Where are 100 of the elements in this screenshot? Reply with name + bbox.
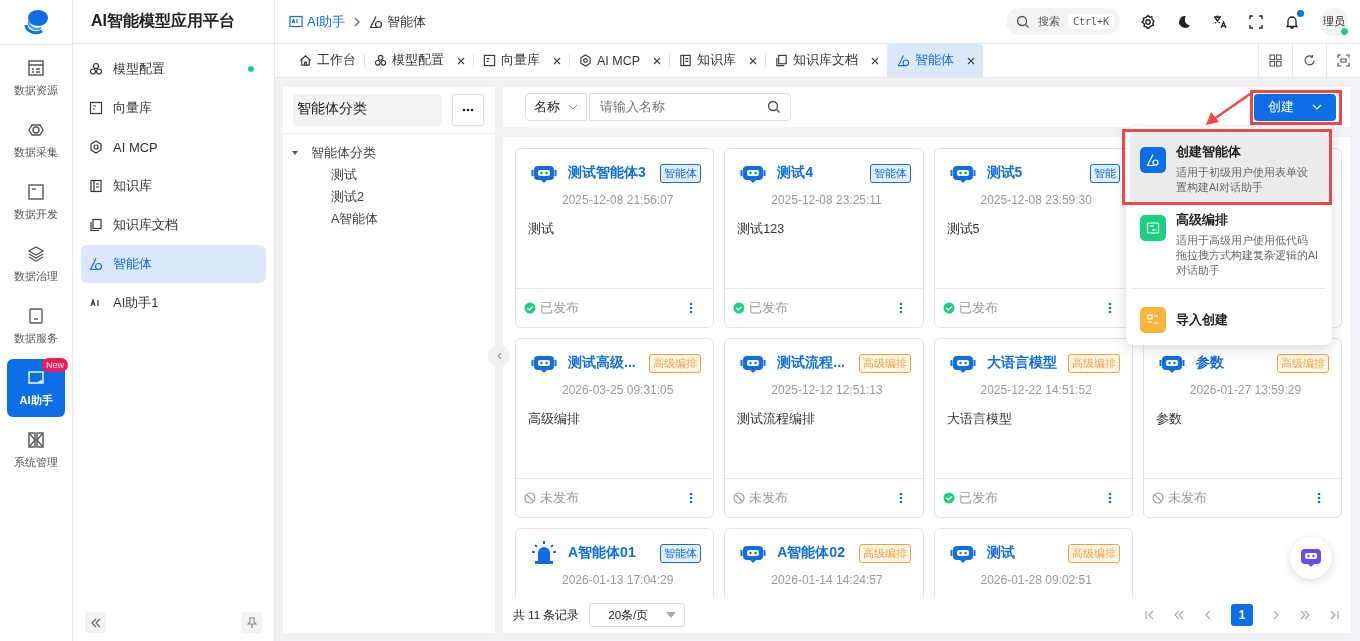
rail-nav-item[interactable]: 数据资源: [7, 49, 65, 107]
sidebar-item[interactable]: 向量库: [81, 89, 266, 127]
option-title: 高级编排: [1176, 211, 1229, 229]
more-vertical-icon[interactable]: [898, 302, 903, 314]
type-tag: 高级编排: [1067, 353, 1120, 373]
more-vertical-icon[interactable]: [689, 492, 694, 504]
created-time: 2026-01-14 14:24:57: [770, 572, 884, 587]
more-vertical-icon[interactable]: [1107, 302, 1112, 314]
page-tab[interactable]: 知识库: [669, 44, 766, 77]
sidebar-item[interactable]: 知识库: [81, 167, 266, 205]
collapse-sidebar-button[interactable]: [85, 612, 106, 633]
tab-icon: [775, 54, 789, 67]
page-tab[interactable]: 知识库文档: [765, 44, 888, 77]
page-number[interactable]: 1: [1231, 604, 1253, 626]
option-glyph-icon: [1146, 313, 1160, 327]
page-tab[interactable]: 智能体: [887, 44, 984, 77]
chevron-down-icon: [1312, 104, 1322, 110]
user-avatar[interactable]: 理员: [1320, 7, 1348, 36]
module-icon: [27, 306, 45, 325]
rail-nav-item[interactable]: 系统管理: [7, 421, 65, 479]
menu-item[interactable]: 导入创建: [1130, 293, 1328, 339]
close-icon[interactable]: [457, 56, 465, 65]
pin-button[interactable]: [241, 612, 262, 633]
agent-card[interactable]: 大语言模型 高级编排 2025-12-22 14:51:52 大语言模型 已发布: [933, 338, 1133, 518]
settings-icon[interactable]: [1140, 13, 1156, 30]
agent-card[interactable]: A智能体02 高级编排 2026-01-14 14:24:57: [724, 528, 924, 597]
more-vertical-icon[interactable]: [898, 492, 903, 504]
double-chevron-left-icon: [89, 616, 102, 629]
type-tag: 高级编排: [1067, 543, 1120, 563]
app-title: AI智能模型应用平台: [73, 0, 274, 44]
menu-item-icon: [89, 218, 103, 232]
publish-status: 已发布: [524, 299, 579, 317]
close-icon[interactable]: [749, 56, 758, 65]
agent-name: A智能体02: [777, 544, 846, 562]
agent-card[interactable]: 测试 高级编排 2026-01-28 09:02:51: [933, 528, 1133, 597]
module-icon: [27, 182, 45, 201]
agent-name: 测试4: [777, 164, 815, 182]
agent-name: 测试: [986, 544, 1016, 562]
close-icon[interactable]: [653, 56, 662, 65]
agent-card[interactable]: A智能体01 智能体 2026-01-13 17:04:29: [515, 528, 715, 597]
type-tag: 智能体: [869, 163, 911, 183]
sidebar-item[interactable]: AI助手1: [81, 284, 266, 322]
chevron-left-icon: [496, 352, 502, 360]
tab-icon: [374, 54, 387, 67]
publish-status: 未发布: [733, 489, 789, 507]
tab-icon: [299, 54, 312, 67]
type-tag: 智能体: [660, 163, 702, 183]
sidebar-item[interactable]: AI MCP: [81, 128, 266, 166]
page-tab[interactable]: 模型配置: [364, 44, 473, 77]
type-tag: 高级编排: [649, 353, 702, 373]
agent-card[interactable]: 测试智能体3 智能体 2025-12-08 21:56:07 测试 已发布: [515, 148, 715, 328]
agent-card[interactable]: 测试高级... 高级编排 2026-03-25 09:31:05 高级编排 未发布: [515, 338, 715, 518]
rail-nav-item[interactable]: 数据采集: [7, 111, 65, 169]
agent-name: 测试流程...: [777, 354, 846, 372]
menu-item[interactable]: 高级编排 适用于高级用户使用低代码拖拉拽方式构建复杂逻辑的AI对话助手: [1130, 201, 1328, 284]
module-icon: [27, 430, 45, 449]
expand-caret-icon[interactable]: [291, 149, 299, 157]
more-vertical-icon[interactable]: [689, 302, 694, 314]
page-tab[interactable]: AI MCP: [569, 44, 670, 77]
rail-nav-item[interactable]: 数据服务: [7, 297, 65, 355]
agent-description: 参数: [1154, 411, 1183, 428]
name-search-field[interactable]: 请输入名称: [589, 93, 791, 121]
menu-item[interactable]: 创建智能体 适用于初级用户使用表单设置构建AI对话助手: [1130, 133, 1328, 201]
rail-nav-item[interactable]: 数据开发: [7, 173, 65, 231]
agent-card[interactable]: 测试流程... 高级编排 2025-12-12 12:51:13 测试流程编排 未发布: [724, 338, 924, 518]
publish-status: 未发布: [1151, 489, 1207, 507]
page-tab[interactable]: 工作台: [289, 44, 364, 77]
refresh-icon: [1303, 54, 1316, 67]
dark-mode-icon[interactable]: [1176, 13, 1192, 30]
chevron-right-icon: [353, 16, 362, 27]
search-field[interactable]: 搜索 Ctrl+K: [1005, 8, 1120, 35]
sidebar-item[interactable]: 智能体: [81, 245, 266, 283]
field-select[interactable]: 名称: [525, 93, 587, 121]
page-size-select[interactable]: 20条/页: [589, 603, 686, 627]
sidebar-item[interactable]: 知识库文档: [81, 206, 266, 244]
menu-item-icon: [89, 179, 103, 193]
tree-node[interactable]: 测试2: [291, 186, 487, 208]
tree-node[interactable]: 智能体分类: [291, 142, 487, 164]
close-icon[interactable]: [967, 56, 976, 65]
robot-icon: [1299, 547, 1323, 569]
agent-name: 测试智能体3: [568, 164, 647, 182]
breadcrumb-item[interactable]: AI助手: [289, 12, 346, 31]
close-icon[interactable]: [871, 56, 880, 65]
page-tab[interactable]: 向量库: [473, 44, 569, 77]
tree-node[interactable]: A智能体: [291, 208, 487, 230]
notification-bell-icon[interactable]: [1284, 13, 1300, 30]
menu-item-icon: [89, 62, 103, 76]
rail-nav-item[interactable]: New AI助手: [7, 359, 65, 417]
close-icon[interactable]: [553, 56, 561, 65]
rail-nav-item[interactable]: 数据治理: [7, 235, 65, 293]
fullscreen-icon[interactable]: [1248, 13, 1264, 30]
tree-node[interactable]: 测试: [291, 164, 487, 186]
more-vertical-icon[interactable]: [1317, 492, 1321, 504]
created-time: 2026-01-28 09:02:51: [979, 572, 1093, 587]
agent-card[interactable]: 测试4 智能体 2025-12-08 23:25:11 测试123 已发布: [724, 148, 924, 328]
assistant-chat-button[interactable]: [1290, 537, 1332, 579]
translate-icon[interactable]: [1212, 13, 1228, 30]
create-button[interactable]: 创建: [1254, 93, 1336, 121]
sidebar-item[interactable]: 模型配置: [81, 50, 266, 88]
more-vertical-icon[interactable]: [1107, 492, 1112, 504]
